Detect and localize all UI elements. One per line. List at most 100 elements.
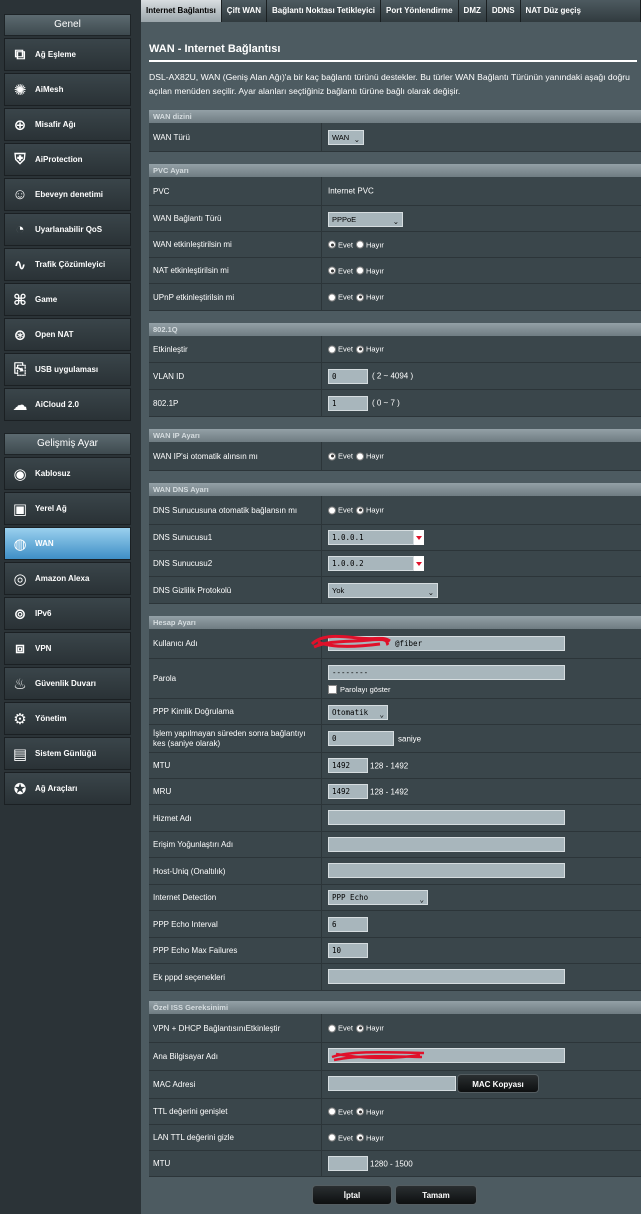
sidebar-item-gauge[interactable]: ◔ Uyarlanabilir QoS	[4, 213, 131, 246]
service-name-input[interactable]	[328, 810, 565, 825]
idle-input[interactable]: 0	[328, 731, 394, 746]
radio-circle[interactable]	[356, 506, 364, 514]
mtu-input[interactable]: 1492	[328, 758, 368, 773]
password-input[interactable]: --------	[328, 665, 565, 680]
radio-circle[interactable]	[328, 240, 336, 249]
sidebar-item-vpn[interactable]: ⧈ VPN	[4, 632, 131, 665]
radio-circle[interactable]	[356, 240, 364, 249]
radio-circle[interactable]	[328, 452, 336, 460]
sidebar-item-network-map[interactable]: ⧉ Ağ Eşleme	[4, 38, 131, 71]
sidebar-item-aimesh[interactable]: ✺ AiMesh	[4, 73, 131, 106]
sidebar-item-system-log[interactable]: ▤ Sistem Günlüğü	[4, 737, 131, 770]
dns1-input[interactable]: 1.0.0.1	[328, 530, 414, 545]
network-map-icon: ⧉	[14, 46, 26, 63]
sidebar-item-cloud[interactable]: ☁ AiCloud 2.0	[4, 388, 131, 421]
sidebar-item-wifi[interactable]: ◉ Kablosuz	[4, 457, 131, 490]
mac-address-input[interactable]	[328, 1076, 456, 1091]
section-8021q: 802.1Q	[149, 323, 641, 336]
wan-enable-radio-no[interactable]: Hayır	[356, 240, 384, 249]
sidebar-item-usb[interactable]: ⎘ USB uygulaması	[4, 353, 131, 386]
radio-circle[interactable]	[328, 1107, 336, 1116]
sidebar-item-globe[interactable]: ◍ WAN	[4, 527, 131, 560]
tab-1[interactable]: Çift WAN	[221, 0, 268, 22]
sidebar-item-network-tools[interactable]: ✪ Ağ Araçları	[4, 772, 131, 805]
vlan-id-input[interactable]: 0	[328, 369, 368, 384]
wan-ip-auto-radio-yes[interactable]: Evet	[328, 452, 353, 461]
radio-circle[interactable]	[328, 506, 336, 514]
dns-auto-radio-no[interactable]: Hayır	[356, 506, 384, 515]
sidebar-item-traffic-analyzer[interactable]: ∿ Trafik Çözümleyici	[4, 248, 131, 281]
tab-5[interactable]: DDNS	[486, 0, 521, 22]
radio-circle[interactable]	[356, 1024, 364, 1032]
ac-name-input[interactable]	[328, 837, 565, 852]
nat-enable-radio-yes[interactable]: Evet	[328, 266, 353, 275]
row-password: Parola -------- Parolayı göster	[149, 659, 641, 699]
apply-button[interactable]: Tamam	[395, 1185, 477, 1205]
sidebar-item-shield[interactable]: ⛨ AiProtection	[4, 143, 131, 176]
radio-circle[interactable]	[328, 1024, 336, 1032]
sidebar-item-firewall[interactable]: ♨ Güvenlik Duvarı	[4, 667, 131, 700]
sidebar-item-lan[interactable]: ▣ Yerel Ağ	[4, 492, 131, 525]
sidebar-item-alexa[interactable]: ◎ Amazon Alexa	[4, 562, 131, 595]
tab-0[interactable]: Internet Bağlantısı	[141, 0, 222, 22]
ttl-extend-radio-yes[interactable]: Evet	[328, 1107, 353, 1116]
radio-circle[interactable]	[328, 1133, 336, 1142]
row-echo-interval: PPP Echo Interval 6	[149, 911, 641, 938]
tab-6[interactable]: NAT Düz geçiş	[520, 0, 641, 22]
vpn-icon: ⧈	[15, 640, 25, 657]
ttl-extend-radio-no[interactable]: Hayır	[356, 1107, 384, 1116]
radio-circle[interactable]	[356, 1133, 364, 1142]
vpn-dhcp-radio-yes[interactable]: Evet	[328, 1024, 353, 1033]
sidebar-item-parental-control[interactable]: ☺ Ebeveyn denetimi	[4, 178, 131, 211]
radio-circle[interactable]	[356, 266, 364, 275]
wan-ip-auto-radio-no[interactable]: Hayır	[356, 452, 384, 461]
echo-failures-input[interactable]: 10	[328, 943, 368, 958]
wan-enable-radio-yes[interactable]: Evet	[328, 240, 353, 249]
show-password-checkbox[interactable]	[328, 685, 337, 694]
tab-4[interactable]: DMZ	[458, 0, 487, 22]
host-uniq-input[interactable]	[328, 863, 565, 878]
sidebar-item-gamepad[interactable]: ⌘ Game	[4, 283, 131, 316]
dns2-dropdown-button[interactable]	[414, 556, 424, 571]
show-password-checkbox-wrap[interactable]: Parolayı göster	[328, 685, 390, 694]
ppp-auth-select[interactable]: Otomatik ⌄	[328, 705, 388, 720]
nat-enable-radio-no[interactable]: Hayır	[356, 266, 384, 275]
radio-circle[interactable]	[356, 1107, 364, 1116]
sidebar-item-label: USB uygulaması	[35, 365, 99, 374]
sidebar-item-label: Yerel Ağ	[35, 504, 67, 513]
8021p-input[interactable]: 1	[328, 396, 368, 411]
mru-input[interactable]: 1492	[328, 784, 368, 799]
lan-ttl-radio-yes[interactable]: Evet	[328, 1133, 353, 1142]
pppd-options-input[interactable]	[328, 969, 565, 984]
mac-clone-button[interactable]: MAC Kopyası	[457, 1074, 539, 1093]
row-dns2: DNS Sunucusu2 1.0.0.2	[149, 551, 641, 577]
isp-mtu-input[interactable]	[328, 1156, 368, 1171]
dns1-dropdown-button[interactable]	[414, 530, 424, 545]
radio-circle[interactable]	[356, 452, 364, 460]
tab-3[interactable]: Port Yönlendirme	[381, 0, 459, 22]
dns-privacy-select[interactable]: Yok ⌄	[328, 583, 438, 598]
radio-circle[interactable]	[356, 345, 364, 353]
sidebar-item-ipv6[interactable]: ⊚ IPv6	[4, 597, 131, 630]
tab-2[interactable]: Bağlantı Noktası Tetikleyici	[267, 0, 382, 22]
upnp-enable-radio-no[interactable]: Hayır	[356, 293, 384, 302]
radio-circle[interactable]	[328, 293, 336, 301]
vpn-dhcp-radio-no[interactable]: Hayır	[356, 1024, 384, 1033]
echo-interval-input[interactable]: 6	[328, 917, 368, 932]
radio-circle[interactable]	[356, 293, 364, 301]
sidebar-item-open-nat[interactable]: ⊛ Open NAT	[4, 318, 131, 351]
upnp-enable-radio-yes[interactable]: Evet	[328, 293, 353, 302]
wan-type-select[interactable]: WAN ⌄	[328, 130, 364, 145]
lan-ttl-radio-no[interactable]: Hayır	[356, 1133, 384, 1142]
radio-circle[interactable]	[328, 345, 336, 353]
wan-conn-type-select[interactable]: PPPoE ⌄	[328, 212, 403, 227]
sidebar-item-guest-network[interactable]: ⊕ Misafir Ağı	[4, 108, 131, 141]
8021q-enable-radio-no[interactable]: Hayır	[356, 345, 384, 354]
8021q-enable-radio-yes[interactable]: Evet	[328, 345, 353, 354]
radio-circle[interactable]	[328, 266, 336, 275]
dns2-input[interactable]: 1.0.0.2	[328, 556, 414, 571]
sidebar-item-admin-gear[interactable]: ⚙ Yönetim	[4, 702, 131, 735]
dns-auto-radio-yes[interactable]: Evet	[328, 506, 353, 515]
internet-detection-select[interactable]: PPP Echo ⌄	[328, 890, 428, 905]
cancel-button[interactable]: İptal	[312, 1185, 392, 1205]
